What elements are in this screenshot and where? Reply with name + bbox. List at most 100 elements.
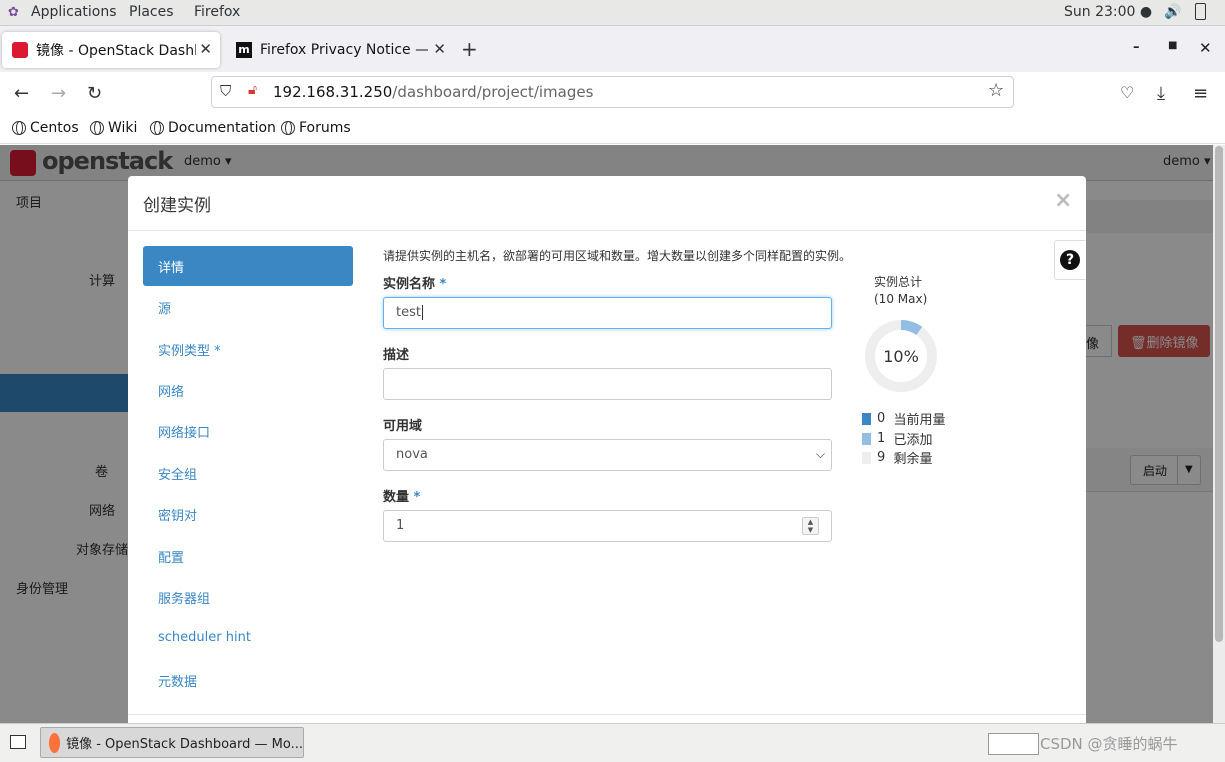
menu-icon[interactable]: ≡ [1193, 83, 1208, 104]
firefox-menu[interactable]: Firefox [194, 4, 240, 20]
legend-label: 当前用量 [893, 413, 946, 428]
firefox-icon [49, 732, 61, 753]
legend-count: 1 [877, 431, 886, 446]
bookmark-centos[interactable]: Centos [12, 120, 79, 136]
details-intro: 请提供实例的主机名，欲部署的可用区域和数量。增大数量以创建多个同样配置的实例。 [383, 249, 852, 263]
wizard-step-scheduler-hints[interactable]: scheduler hint [143, 619, 353, 659]
legend-label: 已添加 [893, 433, 933, 448]
clock[interactable]: Sun 23:00 ● [1064, 4, 1152, 20]
chevron-down-icon: ⌵ [815, 447, 825, 461]
insecure-lock-icon[interactable]: 🔓︎ [248, 82, 257, 98]
minimize-icon[interactable]: – [1133, 40, 1140, 55]
close-tab-icon[interactable]: ✕ [199, 40, 212, 58]
text-cursor [421, 305, 423, 320]
bookmark-forums[interactable]: Forums [281, 120, 351, 136]
step-label: 网络接口 [158, 426, 211, 441]
description-input[interactable] [383, 368, 832, 400]
donut-percent: 10% [883, 347, 919, 366]
wizard-step-network-ports[interactable]: 网络接口 [143, 411, 353, 451]
step-label: 服务器组 [158, 592, 211, 607]
scrollbar-thumb[interactable] [1215, 146, 1223, 642]
step-label: 配置 [158, 551, 185, 566]
tab-strip: 镜像 - OpenStack Dashbo ✕ m Firefox Privac… [0, 26, 1225, 72]
instance-name-input[interactable]: test [383, 297, 832, 329]
legend-swatch [862, 412, 871, 425]
bookmark-label: Documentation [168, 120, 276, 136]
label-text: 数量 [383, 490, 410, 505]
step-label: 安全组 [158, 468, 198, 483]
bookmark-label: Forums [299, 120, 351, 136]
tab-openstack-images[interactable]: 镜像 - OpenStack Dashbo ✕ [2, 32, 220, 68]
applications-menu[interactable]: Applications [31, 4, 117, 20]
wizard-step-key-pair[interactable]: 密钥对 [143, 494, 353, 534]
tab-title: 镜像 - OpenStack Dashbo [36, 43, 196, 59]
volume-icon[interactable]: 🔊 [1164, 4, 1181, 20]
required-marker: * [439, 277, 447, 292]
applications-icon: ✿ [8, 5, 19, 20]
taskbar-firefox-window[interactable]: 镜像 - OpenStack Dashboard — Mo... [40, 727, 304, 758]
bookmark-wiki[interactable]: Wiki [90, 120, 137, 136]
count-input[interactable]: 1 ▲ ▼ [383, 510, 832, 542]
wizard-step-server-groups[interactable]: 服务器组 [143, 577, 353, 617]
globe-icon [150, 121, 164, 135]
step-label: 详情 [158, 261, 185, 276]
bookmark-label: Centos [30, 120, 79, 136]
count-stepper-icon[interactable]: ▲ ▼ [802, 517, 819, 535]
legend-remaining: 9 剩余量 [862, 448, 933, 467]
input-value: 1 [396, 518, 405, 533]
step-label: 密钥对 [158, 509, 198, 524]
forward-icon[interactable]: → [51, 83, 66, 104]
mozilla-favicon-icon: m [236, 42, 252, 58]
bookmark-documentation[interactable]: Documentation [150, 120, 276, 136]
quota-max: (10 Max) [874, 292, 928, 306]
modal-header: 创建实例 × [128, 176, 1086, 231]
close-window-icon[interactable]: ✕ [1199, 39, 1212, 57]
wizard-step-details[interactable]: 详情 [143, 246, 353, 286]
help-button[interactable]: ? [1054, 240, 1085, 280]
globe-icon [12, 121, 26, 135]
step-label: scheduler hint [158, 630, 251, 645]
url-path: /dashboard/project/images [392, 83, 594, 101]
url-bar[interactable]: ⛉ 🔓︎ 192.168.31.250/dashboard/project/im… [211, 76, 1014, 108]
bookmarks-toolbar: Centos Wiki Documentation Forums [0, 114, 1225, 144]
back-icon[interactable]: ← [14, 83, 29, 104]
url-text[interactable]: 192.168.31.250/dashboard/project/images [273, 83, 593, 101]
modal-footer-divider [128, 714, 1086, 715]
bookmark-star-icon[interactable]: ☆ [988, 80, 1004, 101]
required-marker: * [413, 490, 421, 505]
wizard-step-metadata[interactable]: 元数据 [143, 660, 353, 700]
show-desktop-icon[interactable] [10, 735, 26, 749]
reload-icon[interactable]: ↻ [87, 83, 102, 104]
wizard-step-flavor[interactable]: 实例类型 * [143, 329, 353, 369]
quota-title: 实例总计 [874, 275, 923, 289]
shield-icon[interactable]: ⛉ [220, 82, 231, 100]
step-label: 源 [158, 302, 172, 317]
step-label: 元数据 [158, 675, 198, 690]
close-tab-icon[interactable]: ✕ [433, 40, 446, 58]
legend-label: 剩余量 [893, 452, 933, 467]
pocket-icon[interactable]: ♡ [1120, 83, 1134, 102]
availability-zone-select[interactable]: nova ⌵ [383, 439, 832, 471]
label-text: 实例名称 [383, 277, 436, 292]
wizard-step-networks[interactable]: 网络 [143, 370, 353, 410]
new-tab-icon[interactable]: + [461, 37, 478, 61]
url-host: 192.168.31.250 [273, 83, 393, 101]
step-label: 实例类型 [158, 344, 211, 359]
places-menu[interactable]: Places [129, 4, 174, 20]
wizard-step-configuration[interactable]: 配置 [143, 536, 353, 576]
help-icon: ? [1060, 250, 1080, 270]
wizard-step-security-groups[interactable]: 安全组 [143, 453, 353, 493]
taskbar-window-title: 镜像 - OpenStack Dashboard — Mo... [66, 737, 303, 752]
select-value: nova [396, 447, 428, 462]
input-value: test [396, 305, 421, 320]
battery-icon[interactable] [1195, 3, 1206, 20]
tab-title: Firefox Privacy Notice — N [260, 42, 428, 58]
wizard-step-source[interactable]: 源 [143, 287, 353, 327]
downloads-icon[interactable]: ⤓ [1157, 83, 1165, 104]
quota-donut-chart: 10% [865, 320, 937, 392]
maximize-icon[interactable]: ■ [1168, 40, 1177, 51]
workspace-switcher[interactable] [988, 733, 1039, 755]
instance-name-label: 实例名称 * [383, 273, 446, 292]
tab-firefox-privacy[interactable]: m Firefox Privacy Notice — N ✕ [226, 32, 454, 68]
close-icon[interactable]: × [1054, 188, 1072, 213]
